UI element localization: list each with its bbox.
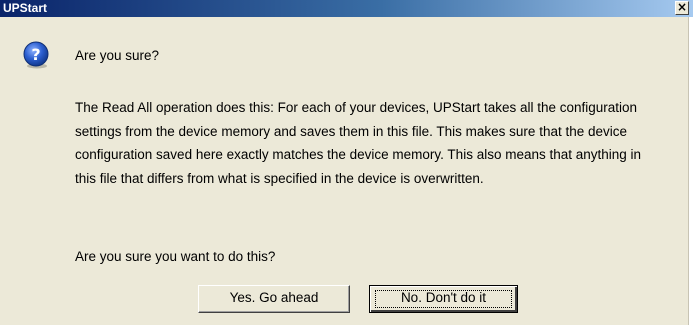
- close-icon: ×: [676, 0, 688, 14]
- window-title: UPStart: [3, 1, 48, 15]
- yes-go-ahead-button[interactable]: Yes. Go ahead: [198, 285, 350, 313]
- close-button[interactable]: ×: [675, 0, 689, 15]
- dialog-message: The Read All operation does this: For ea…: [75, 100, 642, 186]
- yes-button-label: Yes. Go ahead: [229, 290, 319, 305]
- dialog-window: UPStart × ? Are you sure? The Read All o…: [0, 0, 693, 325]
- title-bar[interactable]: UPStart ×: [0, 0, 693, 17]
- no-button-label: No. Don't do it: [400, 290, 487, 305]
- dialog-heading: Are you sure?: [75, 48, 160, 63]
- svg-text:?: ?: [31, 45, 40, 64]
- no-dont-do-it-button[interactable]: No. Don't do it: [369, 285, 518, 313]
- confirm-question: Are you sure you want to do this?: [75, 249, 276, 264]
- question-icon: ?: [23, 41, 49, 69]
